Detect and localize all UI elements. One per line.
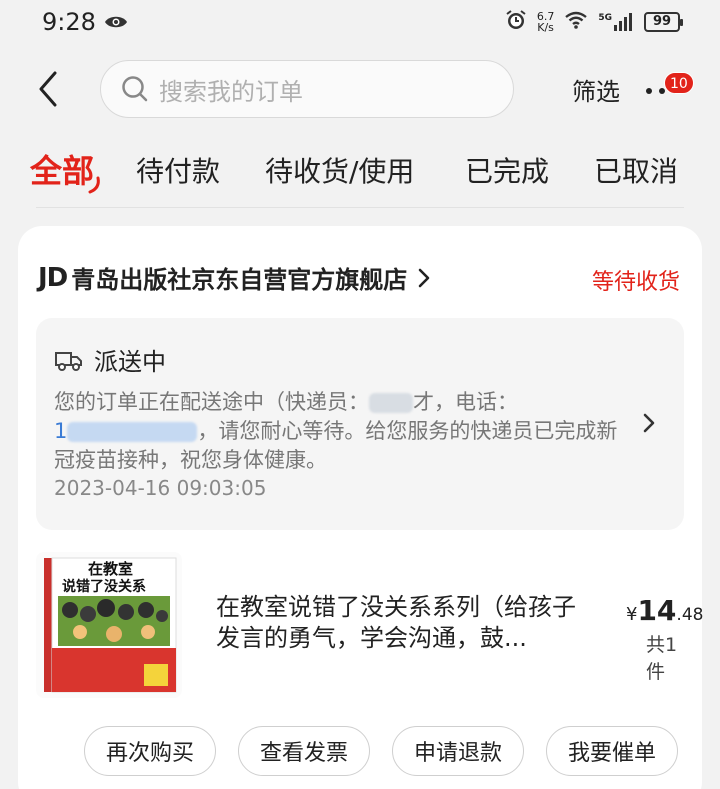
status-bar: 9:28 6.7 K/s 5G 99: [0, 0, 720, 44]
status-left: 9:28: [42, 8, 128, 36]
courier-name-redacted: [369, 393, 413, 413]
tab-cancelled[interactable]: 已取消: [594, 150, 678, 190]
order-status: 等待收货: [592, 270, 681, 295]
net-speed: 6.7 K/s: [537, 11, 555, 33]
phone-number-redacted: [67, 422, 198, 442]
shop-link[interactable]: JD 青岛出版社京东自营官方旗舰店: [38, 260, 431, 295]
price-decimal: .48: [676, 605, 704, 625]
product-thumbnail[interactable]: 在教室 说错了没关系: [36, 552, 182, 698]
tab-completed[interactable]: 已完成: [465, 150, 549, 190]
tab-pending-receipt[interactable]: 待收货/使用: [265, 150, 414, 190]
search-placeholder: 搜索我的订单: [159, 77, 303, 106]
net-speed-unit: K/s: [537, 21, 554, 34]
chevron-right-icon[interactable]: [642, 412, 656, 434]
header: 搜索我的订单 筛选 10: [0, 58, 720, 120]
notification-badge: 10: [664, 72, 694, 94]
delivery-message: 您的订单正在配送途中（快递员： 才，电话： 1 ，请您耐心等待。给您服务的快递员已完成…: [54, 388, 624, 475]
product-item[interactable]: 在教室 说错了没关系 在教室说错了没关系系列（给孩子发言的勇气，学会沟通，鼓..…: [36, 552, 703, 702]
jd-logo: JD: [38, 262, 68, 293]
delivery-message-part2: 才，电话：: [413, 390, 518, 414]
urge-delivery-button[interactable]: 我要催单: [546, 726, 678, 776]
delivery-title-row: 派送中: [54, 342, 166, 377]
clock: 9:28: [42, 8, 96, 36]
buy-again-button[interactable]: 再次购买: [84, 726, 216, 776]
cell-signal-icon: 5G: [598, 13, 634, 31]
wifi-icon: [564, 11, 588, 33]
filter-button[interactable]: 筛选: [572, 72, 620, 107]
delivery-truck-icon: [55, 351, 82, 371]
tab-pending-payment[interactable]: 待付款: [136, 150, 220, 190]
delivery-tracking[interactable]: 派送中 您的订单正在配送途中（快递员： 才，电话： 1 ，请您耐心等待。给您服务的快递…: [36, 318, 684, 530]
signal-label: 5G: [598, 13, 612, 23]
eye-icon: [104, 8, 128, 36]
back-button[interactable]: [28, 66, 68, 112]
price-currency: ¥: [626, 604, 638, 625]
order-tabs: 全部 待付款 待收货/使用 已完成 已取消: [0, 140, 720, 206]
product-title[interactable]: 在教室说错了没关系系列（给孩子发言的勇气，学会沟通，鼓...: [216, 592, 586, 654]
cover-title-line2: 说错了没关系: [62, 579, 146, 595]
product-quantity: 共1件: [646, 634, 678, 683]
delivery-title: 派送中: [94, 348, 166, 376]
chevron-right-icon: [418, 268, 430, 287]
chevron-left-icon: [39, 71, 57, 107]
status-right: 6.7 K/s 5G 99: [505, 9, 683, 35]
order-actions: 再次购买 查看发票 申请退款 我要催单: [84, 726, 678, 776]
active-tab-swoosh-icon: [88, 176, 100, 194]
phone-prefix: 1: [54, 419, 68, 443]
delivery-message-part1: 您的订单正在配送途中（快递员：: [54, 390, 369, 414]
tabs-divider: [36, 207, 684, 208]
search-icon: [122, 76, 148, 102]
tab-all[interactable]: 全部: [30, 146, 94, 192]
delivery-timestamp: 2023-04-16 09:03:05: [54, 476, 267, 500]
search-input[interactable]: 搜索我的订单: [100, 60, 514, 118]
battery-indicator: 99: [644, 12, 683, 32]
order-card[interactable]: JD 青岛出版社京东自营官方旗舰店 等待收货 派送中 您的订单正在配送途中（快递…: [18, 226, 703, 789]
alarm-icon: [505, 9, 527, 35]
more-menu-button[interactable]: 10: [644, 68, 694, 110]
price-integer: 14: [637, 594, 677, 627]
product-price: ¥14.48: [626, 594, 703, 627]
view-invoice-button[interactable]: 查看发票: [238, 726, 370, 776]
shop-name: 青岛出版社京东自营官方旗舰店: [71, 266, 408, 294]
request-refund-button[interactable]: 申请退款: [392, 726, 524, 776]
